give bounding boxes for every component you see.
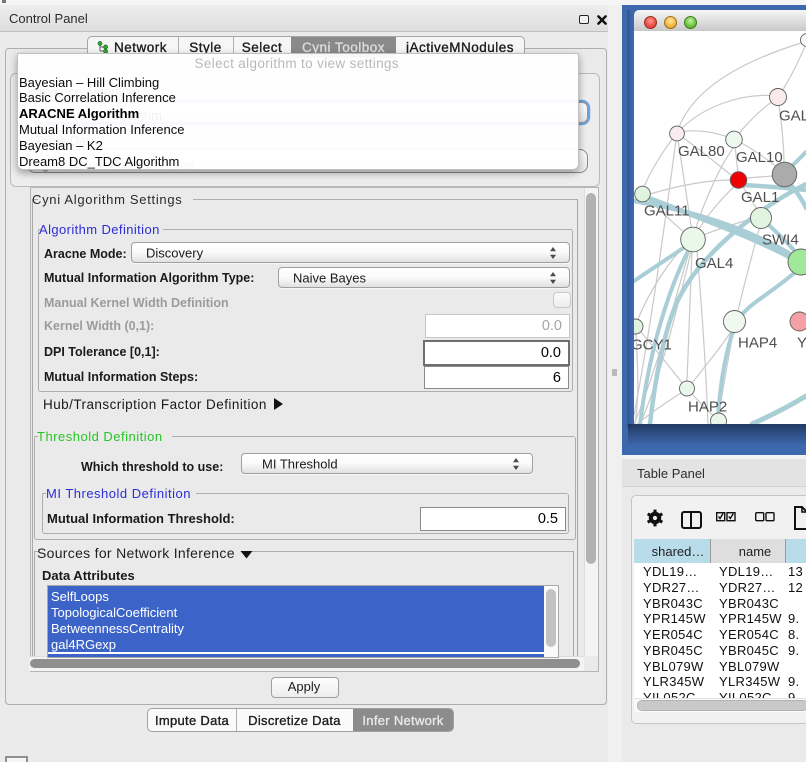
svg-text:GAL80: GAL80 [678,143,725,160]
svg-text:SWI4: SWI4 [762,232,799,249]
svg-text:GCY1: GCY1 [634,337,672,354]
svg-text:GAL10: GAL10 [736,149,783,166]
svg-text:GAL11: GAL11 [644,203,690,220]
svg-text:GAL1: GAL1 [741,189,779,206]
svg-text:GAL4: GAL4 [695,255,733,272]
svg-text:Y: Y [797,335,806,352]
svg-text:HAP4: HAP4 [738,335,777,352]
svg-text:HAP2: HAP2 [688,399,727,416]
svg-text:GAL: GAL [779,108,806,125]
